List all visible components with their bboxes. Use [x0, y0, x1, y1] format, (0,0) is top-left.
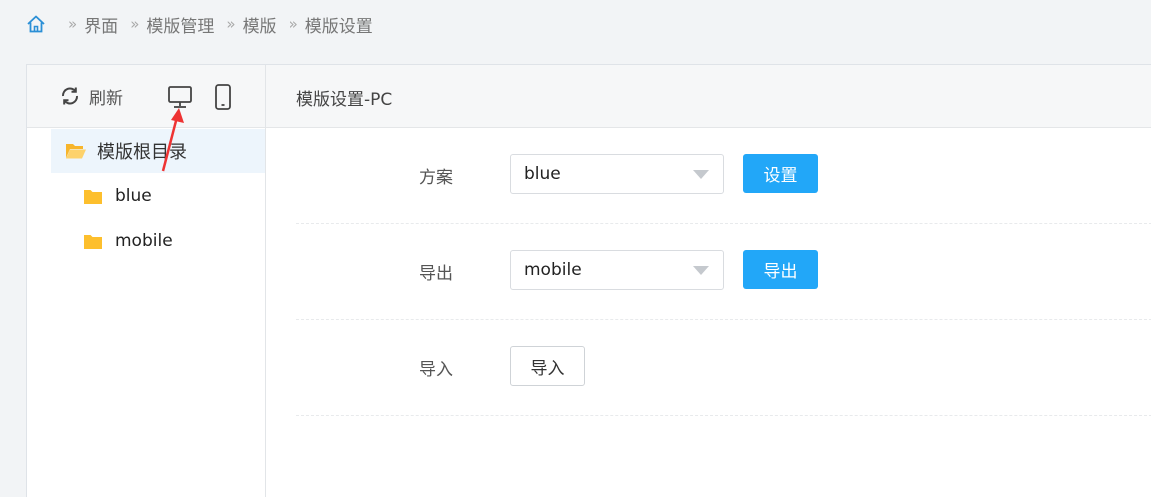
- mobile-phone-icon[interactable]: [213, 83, 233, 111]
- breadcrumb-separator: »: [226, 15, 235, 33]
- breadcrumb: » 界面 » 模版管理 » 模版 » 模版设置: [26, 10, 373, 38]
- tree-item-label: mobile: [115, 231, 173, 251]
- tree-item-mobile[interactable]: mobile: [83, 226, 173, 256]
- export-button[interactable]: 导出: [743, 250, 818, 289]
- refresh-label: 刷新: [89, 88, 123, 109]
- chevron-down-icon: [693, 170, 709, 179]
- folder-icon: [84, 189, 102, 204]
- refresh-button[interactable]: 刷新: [59, 83, 123, 109]
- refresh-icon: [62, 87, 78, 105]
- export-select-value: mobile: [524, 260, 582, 280]
- folder-icon: [84, 234, 102, 249]
- form-row-scheme: 方案 blue 设置: [296, 128, 1151, 224]
- tree-item-label: blue: [115, 186, 152, 206]
- import-button[interactable]: 导入: [510, 346, 585, 386]
- annotation-arrow: [161, 108, 184, 172]
- set-button[interactable]: 设置: [743, 154, 818, 193]
- content-title: 模版设置-PC: [296, 90, 393, 110]
- breadcrumb-separator: »: [130, 15, 139, 33]
- breadcrumb-item-template-settings: 模版设置: [304, 16, 373, 37]
- sidebar-toolbar: 刷新: [27, 65, 265, 128]
- scheme-select[interactable]: blue: [510, 154, 724, 194]
- main-panel: 刷新 模版根目录 blue mobile 模版设置-PC 方案 blue 设置 …: [26, 64, 1151, 497]
- chevron-down-icon: [693, 266, 709, 275]
- template-settings-content: 模版设置-PC 方案 blue 设置 导出 mobile 导出 导入 导入: [266, 65, 1151, 497]
- breadcrumb-item-template[interactable]: 模版: [243, 12, 277, 37]
- scheme-label: 方案: [419, 168, 453, 188]
- breadcrumb-separator: »: [68, 15, 77, 33]
- form-row-export: 导出 mobile 导出: [296, 224, 1151, 320]
- breadcrumb-separator: »: [288, 15, 298, 33]
- folder-open-icon: [66, 144, 86, 159]
- scheme-select-value: blue: [524, 164, 561, 184]
- breadcrumb-item-template-management[interactable]: 模版管理: [146, 12, 214, 37]
- export-label: 导出: [419, 264, 453, 284]
- template-sidebar: 刷新 模版根目录 blue mobile: [27, 65, 266, 497]
- tree-item-blue[interactable]: blue: [83, 181, 152, 211]
- import-label: 导入: [419, 360, 453, 380]
- content-header: 模版设置-PC: [266, 65, 1151, 128]
- home-icon[interactable]: [26, 14, 46, 34]
- form-row-import: 导入 导入: [296, 320, 1151, 416]
- breadcrumb-item-ui[interactable]: 界面: [84, 12, 118, 37]
- export-select[interactable]: mobile: [510, 250, 724, 290]
